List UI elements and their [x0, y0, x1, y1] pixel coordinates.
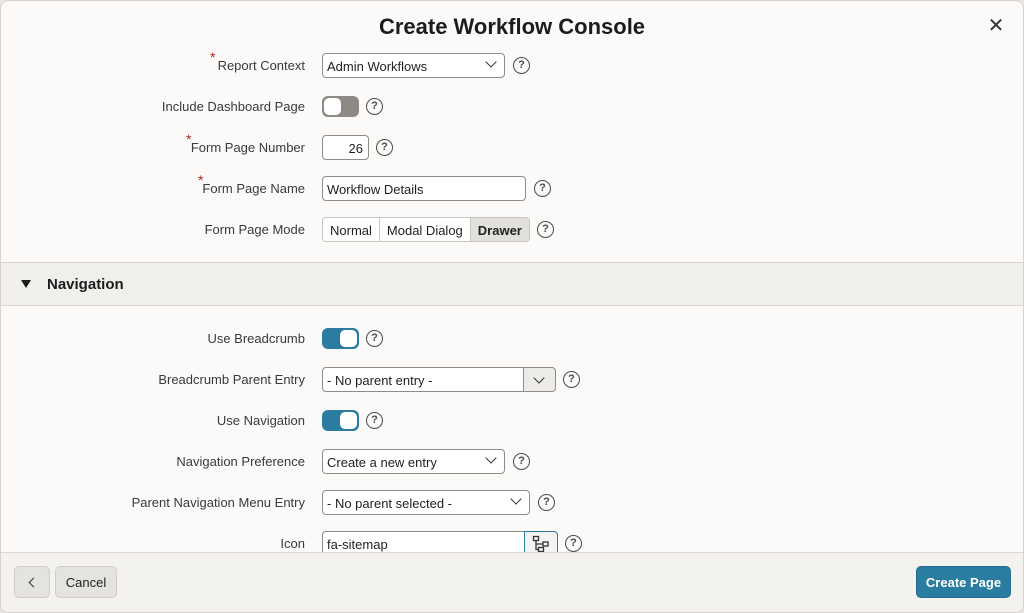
help-icon[interactable]: ? [376, 139, 393, 156]
chevron-down-icon [510, 493, 522, 505]
form-page-number-input[interactable]: 26 [322, 135, 369, 160]
report-context-value: Admin Workflows [327, 59, 428, 74]
back-button[interactable] [14, 566, 50, 598]
navigation-preference-row: Navigation Preference Create a new entry… [1, 449, 1023, 475]
toggle-knob [340, 412, 357, 429]
cancel-button[interactable]: Cancel [55, 566, 117, 598]
breadcrumb-parent-input[interactable]: - No parent entry - [322, 367, 525, 392]
form-page-number-label: Form Page Number [190, 140, 305, 155]
close-icon[interactable]: ✕ [985, 15, 1007, 37]
help-icon[interactable]: ? [565, 535, 582, 552]
use-navigation-label: Use Navigation [216, 413, 305, 428]
navigation-region-header[interactable]: Navigation [1, 262, 1023, 306]
form-page-mode-row: Form Page Mode Normal Modal Dialog Drawe… [1, 217, 1023, 243]
help-icon[interactable]: ? [563, 371, 580, 388]
use-navigation-toggle[interactable] [322, 410, 359, 431]
help-icon[interactable]: ? [366, 330, 383, 347]
report-context-row: * Report Context Admin Workflows ? [1, 49, 1023, 79]
chevron-left-icon [28, 577, 39, 588]
parent-menu-entry-select[interactable]: - No parent selected - [322, 490, 530, 515]
dialog-footer: Cancel Create Page [1, 552, 1023, 612]
help-icon[interactable]: ? [534, 180, 551, 197]
help-icon[interactable]: ? [366, 98, 383, 115]
parent-menu-entry-value: - No parent selected - [327, 496, 453, 511]
help-icon[interactable]: ? [537, 221, 554, 238]
parent-menu-entry-label: Parent Navigation Menu Entry [131, 495, 305, 510]
use-navigation-row: Use Navigation ? [1, 408, 1023, 434]
navigation-preference-select[interactable]: Create a new entry [322, 449, 505, 474]
help-icon[interactable]: ? [366, 412, 383, 429]
form-page-number-row: * Form Page Number 26 ? [1, 131, 1023, 161]
mode-option-modal-dialog[interactable]: Modal Dialog [379, 218, 471, 241]
breadcrumb-parent-label: Breadcrumb Parent Entry [158, 372, 305, 387]
use-breadcrumb-row: Use Breadcrumb ? [1, 326, 1023, 352]
create-page-dialog: Create Workflow Console ✕ * Report Conte… [0, 0, 1024, 613]
navigation-preference-value: Create a new entry [327, 455, 437, 470]
include-dashboard-toggle[interactable] [322, 96, 359, 117]
mode-option-normal[interactable]: Normal [323, 218, 380, 241]
breadcrumb-parent-dropdown-button[interactable] [523, 367, 556, 392]
dialog-title: Create Workflow Console [378, 14, 646, 39]
sitemap-icon [532, 535, 549, 553]
include-dashboard-label: Include Dashboard Page [161, 99, 305, 114]
help-icon[interactable]: ? [513, 57, 530, 74]
toggle-knob [324, 98, 341, 115]
navigation-region-title: Navigation [47, 276, 124, 293]
form-page-name-row: * Form Page Name Workflow Details ? [1, 172, 1023, 202]
form-page-mode-segmented: Normal Modal Dialog Drawer [322, 217, 530, 242]
chevron-down-icon [485, 452, 497, 464]
collapse-triangle-icon[interactable] [21, 280, 31, 288]
form-page-name-label: Form Page Name [202, 181, 305, 196]
report-context-select[interactable]: Admin Workflows [322, 53, 505, 78]
report-context-label: Report Context [217, 58, 305, 73]
form-page-mode-label: Form Page Mode [204, 222, 305, 237]
toggle-knob [340, 330, 357, 347]
create-page-button[interactable]: Create Page [916, 566, 1011, 598]
mode-option-drawer[interactable]: Drawer [470, 218, 529, 241]
use-breadcrumb-toggle[interactable] [322, 328, 359, 349]
navigation-preference-label: Navigation Preference [176, 454, 305, 469]
help-icon[interactable]: ? [538, 494, 555, 511]
icon-label: Icon [280, 536, 305, 551]
parent-menu-entry-row: Parent Navigation Menu Entry - No parent… [1, 490, 1023, 516]
chevron-down-icon [533, 372, 545, 384]
use-breadcrumb-label: Use Breadcrumb [207, 331, 305, 346]
help-icon[interactable]: ? [513, 453, 530, 470]
breadcrumb-parent-row: Breadcrumb Parent Entry - No parent entr… [1, 367, 1023, 393]
chevron-down-icon [485, 56, 497, 68]
form-page-name-input[interactable]: Workflow Details [322, 176, 526, 201]
include-dashboard-row: Include Dashboard Page ? [1, 94, 1023, 120]
